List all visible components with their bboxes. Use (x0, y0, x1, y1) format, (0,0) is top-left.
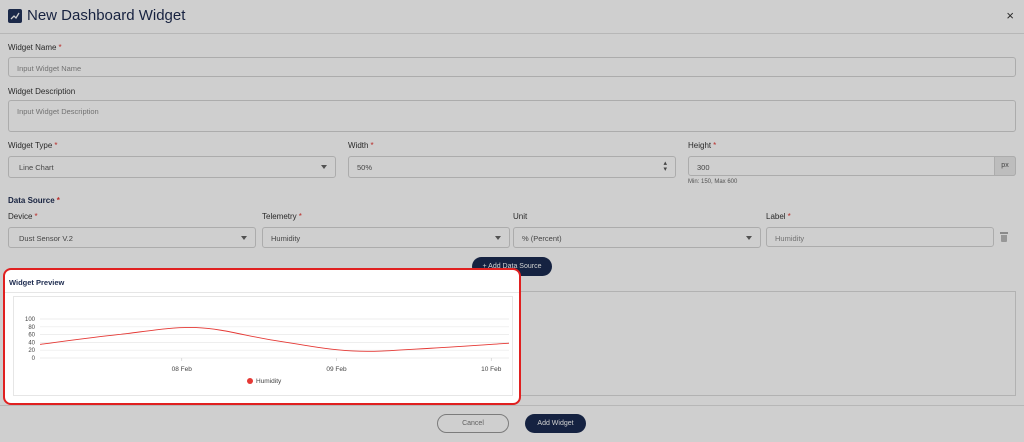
chart-container: 0 20 40 60 80 100 08 Feb 09 Feb 10 Feb Humidity (13, 296, 513, 396)
y-tick-label: 100 (25, 317, 36, 323)
y-tick-label: 60 (28, 333, 35, 339)
widget-preview-title: Widget Preview (9, 278, 65, 287)
x-tick-label: 10 Feb (481, 366, 502, 373)
line-chart: 0 20 4060 80 100 08 Feb 09 Feb 10 Feb Humidity (25, 317, 510, 385)
x-tick-label: 08 Feb (172, 366, 193, 373)
preview-divider (5, 292, 519, 293)
legend-marker (247, 378, 253, 384)
y-tick-label: 0 (32, 356, 36, 362)
x-tick-label: 09 Feb (326, 366, 347, 373)
widget-preview-card: Widget Preview 0 20 40 60 80 100 08 Feb 09 Feb 1… (3, 268, 521, 405)
y-tick-label: 40 (28, 340, 35, 346)
y-tick-label: 20 (28, 348, 35, 354)
series-line-humidity (39, 327, 510, 352)
legend-label: Humidity (256, 378, 282, 385)
y-tick-label: 80 (28, 325, 35, 331)
